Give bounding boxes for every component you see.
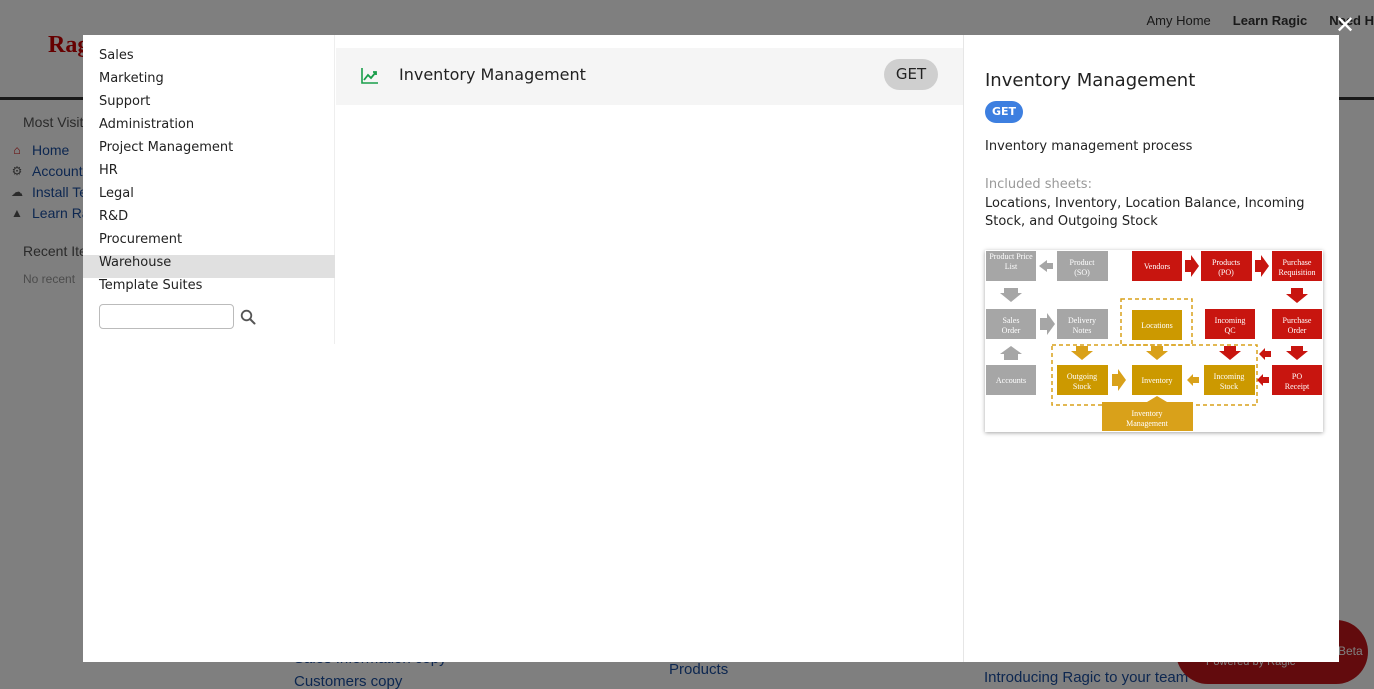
category-list: Sales Marketing Support Administration P…	[83, 48, 335, 301]
node-vendors: Vendors	[1132, 251, 1182, 281]
svg-text:Vendors: Vendors	[1144, 262, 1170, 271]
category-item-procurement[interactable]: Procurement	[83, 232, 335, 255]
node-incoming-qc: Incoming QC	[1205, 309, 1255, 339]
category-item-support[interactable]: Support	[83, 94, 335, 117]
included-sheets-list: Locations, Inventory, Location Balance, …	[985, 196, 1305, 229]
template-detail-panel: Inventory Management GET Inventory manag…	[963, 35, 1339, 662]
search-input[interactable]	[99, 304, 234, 329]
node-po-receipt: PO Receipt	[1272, 365, 1322, 395]
search-icon[interactable]	[240, 309, 256, 325]
included-sheets-label: Included sheets:	[985, 177, 1092, 192]
category-item-project-management[interactable]: Project Management	[83, 140, 335, 163]
svg-text:SalesOrder: Sales Order	[1002, 316, 1021, 335]
node-purchase-requisition: Purchase Requisition	[1272, 251, 1322, 281]
detail-title: Inventory Management	[985, 70, 1196, 91]
template-list-title: Inventory Management	[399, 65, 586, 84]
svg-text:PurchaseRequisition: Purchase Requisition	[1279, 258, 1316, 277]
node-product-price-list: Product Price List	[986, 251, 1036, 281]
get-button[interactable]: GET	[884, 59, 938, 90]
template-list-item[interactable]: Inventory Management GET	[336, 48, 963, 105]
category-item-sales[interactable]: Sales	[83, 48, 335, 71]
node-sales-order: Sales Order	[986, 309, 1036, 339]
node-locations: Locations	[1132, 310, 1182, 340]
category-panel: Sales Marketing Support Administration P…	[83, 35, 335, 344]
category-item-rnd[interactable]: R&D	[83, 209, 335, 232]
svg-text:Accounts: Accounts	[996, 376, 1026, 385]
node-inventory-management: Inventory Management	[1102, 396, 1193, 431]
svg-text:Inventory: Inventory	[1141, 376, 1172, 385]
detail-get-button[interactable]: GET	[985, 101, 1023, 123]
node-outgoing-stock: Outgoing Stock	[1057, 365, 1108, 395]
node-product-so: Product (SO)	[1057, 251, 1108, 281]
category-item-marketing[interactable]: Marketing	[83, 71, 335, 94]
node-accounts: Accounts	[986, 365, 1036, 395]
process-diagram: .n text { font-size: 8px; fill: #fff; te…	[985, 250, 1323, 432]
detail-description: Inventory management process	[985, 139, 1193, 154]
close-icon[interactable]: ✕	[1333, 13, 1357, 37]
node-inventory: Inventory	[1132, 365, 1182, 395]
node-purchase-order: Purchase Order	[1272, 309, 1322, 339]
svg-text:InventoryManagement: Inventory Management	[1126, 409, 1169, 428]
node-delivery-notes: Delivery Notes	[1057, 309, 1108, 339]
svg-text:Locations: Locations	[1141, 321, 1173, 330]
line-chart-icon	[361, 68, 378, 84]
category-item-hr[interactable]: HR	[83, 163, 335, 186]
template-modal: Sales Marketing Support Administration P…	[83, 35, 1339, 662]
template-search	[99, 304, 256, 329]
category-item-administration[interactable]: Administration	[83, 117, 335, 140]
node-products-po: Products (PO)	[1201, 251, 1252, 281]
node-incoming-stock: Incoming Stock	[1204, 365, 1255, 395]
category-item-legal[interactable]: Legal	[83, 186, 335, 209]
category-item-warehouse[interactable]: Warehouse	[83, 255, 335, 278]
category-item-template-suites[interactable]: Template Suites	[83, 278, 335, 301]
